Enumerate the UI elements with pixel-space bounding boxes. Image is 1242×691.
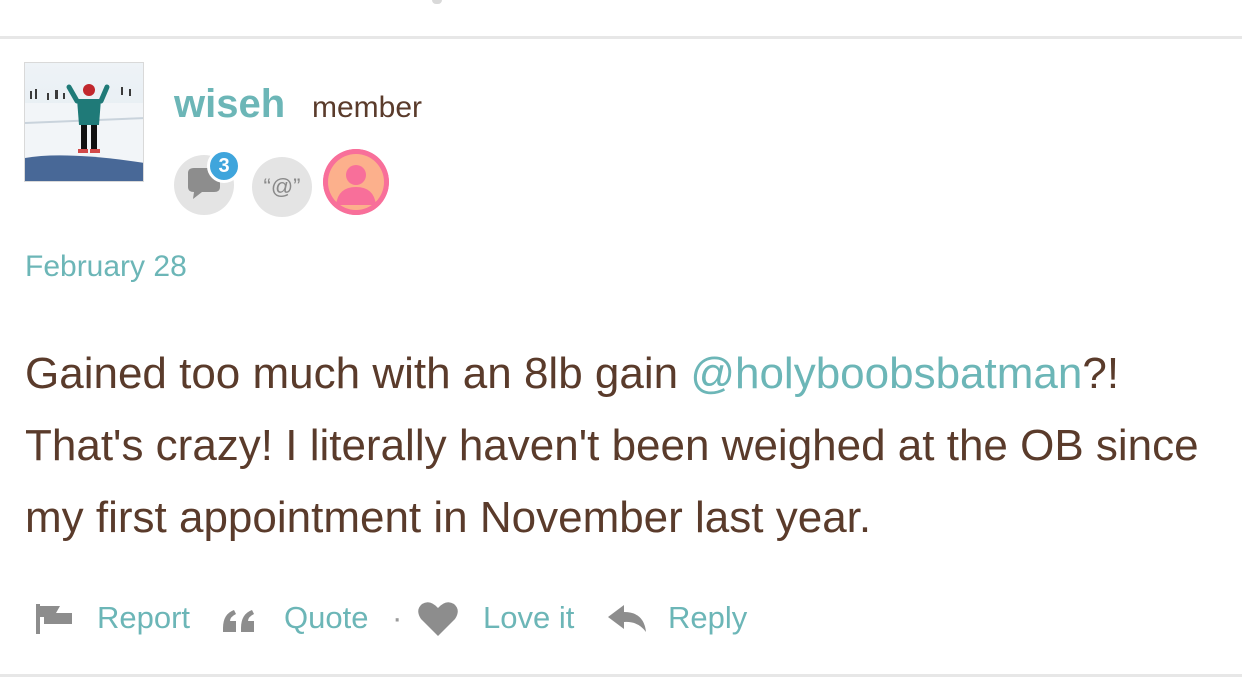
- user-avatar[interactable]: [24, 62, 144, 182]
- comments-count-badge: 3: [207, 149, 241, 183]
- person-silhouette-icon: [323, 149, 389, 215]
- flag-icon: [36, 604, 72, 634]
- love-label: Love it: [483, 600, 575, 635]
- mention-badge[interactable]: “@”: [252, 157, 312, 217]
- avatar-photo: [25, 63, 143, 181]
- post-date[interactable]: February 28: [25, 250, 187, 284]
- heart-icon: [418, 602, 458, 636]
- quote-icon: [223, 610, 254, 632]
- action-separator: ·: [392, 600, 403, 635]
- author-role: member: [312, 91, 423, 124]
- author-name[interactable]: wiseh: [174, 80, 285, 128]
- bottom-divider: [0, 674, 1242, 677]
- top-divider-notch: [432, 0, 442, 4]
- report-label: Report: [97, 600, 191, 635]
- profile-badge[interactable]: [323, 149, 389, 215]
- reply-label: Reply: [668, 600, 748, 635]
- post-body: Gained too much with an 8lb gain @holybo…: [25, 338, 1225, 554]
- reply-arrow-icon: [608, 605, 646, 632]
- user-mention-link[interactable]: @holyboobsbatman: [690, 349, 1082, 398]
- quote-label: Quote: [284, 600, 369, 635]
- post-text-start: Gained too much with an 8lb gain: [25, 349, 691, 398]
- top-divider: [0, 36, 1242, 39]
